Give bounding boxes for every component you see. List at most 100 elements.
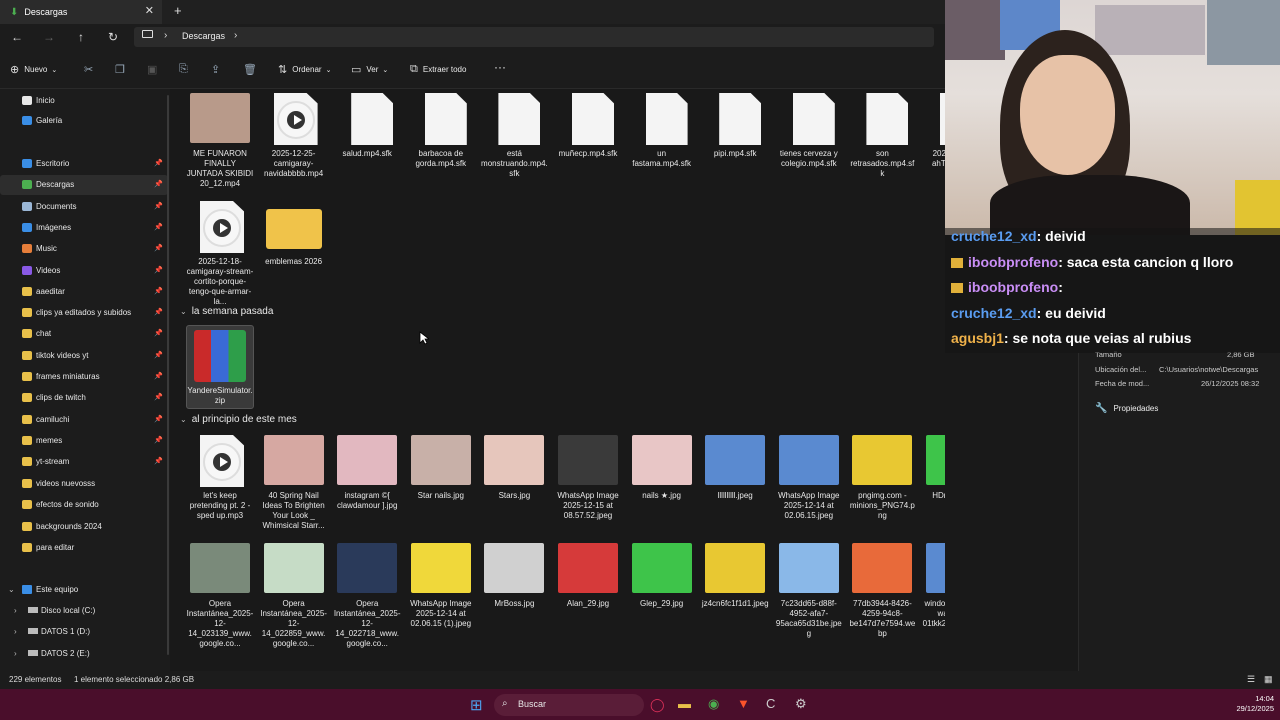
file-item-selected[interactable]: YandereSimulator.zip [186, 325, 254, 409]
refresh-icon[interactable]: ↻ [105, 29, 121, 45]
file-item[interactable]: 2025-12-25-camigaray-navidabbbb.mp4 [260, 91, 328, 179]
file-item[interactable]: let's keep pretending pt. 2 - sped up.mp… [186, 433, 254, 521]
sidebar-item-inicio[interactable]: Inicio [0, 91, 168, 111]
sidebar-scrollbar[interactable] [167, 95, 169, 655]
sidebar-item-11[interactable]: clips de twitch 📌 [0, 388, 168, 408]
file-item[interactable]: tienes cerveza y colegio.mp4.sfk [775, 91, 843, 169]
sidebar-item-4[interactable]: Music 📌 [0, 239, 168, 259]
chrome-icon[interactable]: ◉ [708, 696, 719, 712]
sidebar-folder-0[interactable]: videos nuevosss [0, 474, 168, 494]
sidebar-item-9[interactable]: tiktok videos yt 📌 [0, 346, 168, 366]
file-item[interactable]: MrBoss.jpg [480, 541, 548, 609]
view-button[interactable]: ▭ Ver ⌄ [351, 63, 388, 76]
forward-icon[interactable]: → [41, 29, 57, 45]
file-item[interactable]: 40 Spring Nail Ideas To Brighten Your Lo… [260, 433, 328, 531]
share-icon[interactable]: ⇪ [211, 63, 220, 76]
sidebar-folder-1[interactable]: efectos de sonido [0, 495, 168, 515]
file-item[interactable]: WhatsApp Image 2025-12-14 at 02.06.15.jp… [775, 433, 843, 521]
file-explorer-icon[interactable]: ▬ [678, 696, 691, 711]
breadcrumb-descargas[interactable]: Descargas [182, 31, 225, 41]
properties-button[interactable]: 🔧 Propiedades [1095, 403, 1158, 414]
file-item[interactable]: Star nails.jpg [407, 433, 475, 501]
file-item[interactable]: WhatsApp Image 2025-12-14 at 02.06.15 (1… [407, 541, 475, 629]
file-item[interactable]: HDmrfrog.jpg [922, 433, 945, 501]
app-icon[interactable]: ⚙ [795, 696, 807, 712]
sidebar-item-galeria[interactable]: Galería [0, 111, 168, 131]
brave-icon[interactable]: ▼ [737, 696, 750, 711]
sidebar-item-10[interactable]: frames miniaturas 📌 [0, 367, 168, 387]
file-item[interactable]: Alan_29.jpg [554, 541, 622, 609]
rename-icon[interactable]: ⎘ [179, 63, 188, 76]
file-item[interactable]: Stars.jpg [480, 433, 548, 501]
file-item[interactable]: jz4cn6fc1f1d1.jpeg [701, 541, 769, 609]
sidebar-item-3[interactable]: Imágenes 📌 [0, 218, 168, 238]
file-item[interactable]: 7c23dd65-d88f-4952-afa7-95aca65d31be.jpe… [775, 541, 843, 639]
sidebar-item-13[interactable]: memes 📌 [0, 431, 168, 451]
sidebar-item-7[interactable]: clips ya editados y subidos 📌 [0, 303, 168, 323]
sidebar-item-este-equipo[interactable]: ⌄ Este equipo [0, 580, 168, 600]
file-item[interactable]: Opera Instantánea_2025-12-14_022859_www.… [260, 541, 328, 649]
paste-icon[interactable]: ▣ [147, 63, 157, 76]
file-item[interactable]: llllllllll.jpeg [701, 433, 769, 501]
file-item[interactable]: Opera Instantánea_2025-12-14_023139_www.… [186, 541, 254, 649]
sidebar-drive-0[interactable]: › Disco local (C:) [0, 601, 168, 621]
address-bar[interactable]: › Descargas › [134, 27, 934, 47]
file-item[interactable]: 20251 bleTra ahThu yWMF [922, 91, 945, 169]
file-item[interactable]: instagram ©[ clawdamour ].jpg [333, 433, 401, 511]
cut-icon[interactable]: ✂ [84, 63, 93, 76]
delete-icon[interactable]: 🗑 [243, 63, 257, 76]
file-item[interactable]: está monstruando.mp4.sfk [480, 91, 548, 179]
extract-all-button[interactable]: ⧉ Extraer todo [410, 63, 466, 76]
tiles-view-icon[interactable]: ▦ [1264, 674, 1273, 685]
file-item[interactable]: salud.mp4.sfk [333, 91, 401, 159]
opera-icon[interactable]: ◯ [650, 697, 665, 713]
sidebar-item-6[interactable]: aaeditar 📌 [0, 282, 168, 302]
sidebar-item-2[interactable]: Documents 📌 [0, 197, 168, 217]
file-item[interactable]: 2025-12-18-camigaray-stream-cortito-porq… [186, 199, 254, 307]
chevron-down-icon: ⌄ [382, 66, 389, 74]
file-item[interactable]: barbacoa de gorda.mp4.sfk [407, 91, 475, 169]
modified-label: Fecha de mod... [1095, 379, 1150, 388]
sidebar-drive-1[interactable]: › DATOS 1 (D:) [0, 622, 168, 642]
file-item[interactable]: windows-xp-bliss-wallpaper-01tkk20pbz5k7… [922, 541, 945, 639]
windows-start-icon[interactable]: ⊞ [470, 696, 483, 714]
file-item[interactable]: Glep_29.jpg [628, 541, 696, 609]
sidebar-folder-2[interactable]: backgrounds 2024 [0, 517, 168, 537]
file-item[interactable]: muñecp.mp4.sfk [554, 91, 622, 159]
more-options-icon[interactable]: ··· [494, 60, 506, 74]
new-button[interactable]: ⊕ Nuevo ⌄ [10, 63, 57, 76]
file-item[interactable]: Opera Instantánea_2025-12-14_022718_www.… [333, 541, 401, 649]
file-item[interactable]: son retrasados.mp4.sfk [848, 91, 916, 179]
new-tab-button[interactable]: + [174, 3, 182, 18]
file-item[interactable]: emblemas 2026 [260, 199, 328, 267]
copy-icon[interactable]: ❐ [115, 63, 125, 76]
file-item[interactable]: pipi.mp4.sfk [701, 91, 769, 159]
chevron-right-icon[interactable]: › [234, 30, 237, 41]
group-header-this-month[interactable]: ⌄ al principio de este mes [180, 414, 297, 425]
sidebar-item-8[interactable]: chat 📌 [0, 324, 168, 344]
sidebar-item-14[interactable]: yt-stream 📌 [0, 452, 168, 472]
file-item[interactable]: un fastama.mp4.sfk [628, 91, 696, 169]
sort-button[interactable]: ⇅ Ordenar ⌄ [278, 63, 331, 76]
tab-descargas[interactable]: ⬇ Descargas ✕ [0, 0, 162, 24]
file-item[interactable]: pngimg.com - minions_PNG74.png [848, 433, 916, 521]
sidebar-folder-3[interactable]: para editar [0, 538, 168, 558]
sidebar-item-0[interactable]: Escritorio 📌 [0, 154, 168, 174]
taskbar-search[interactable]: ⌕ Buscar [494, 694, 644, 716]
close-tab-icon[interactable]: ✕ [145, 4, 154, 17]
properties-label: Propiedades [1113, 404, 1159, 413]
sidebar-item-5[interactable]: Videos 📌 [0, 261, 168, 281]
ccleaner-icon[interactable]: C [766, 696, 775, 711]
up-icon[interactable]: ↑ [73, 29, 89, 45]
sidebar-drive-2[interactable]: › DATOS 2 (E:) [0, 644, 168, 664]
file-item[interactable]: 77db3944-8426-4259-94c8-be147d7e7594.web… [848, 541, 916, 639]
back-icon[interactable]: ← [9, 29, 25, 45]
file-item[interactable]: ME FUNARON FINALLY JUNTADA SKIBIDI 20_12… [186, 91, 254, 189]
file-item[interactable]: WhatsApp Image 2025-12-15 at 08.57.52.jp… [554, 433, 622, 521]
group-header-last-week[interactable]: ⌄ la semana pasada [180, 306, 273, 317]
sidebar-item-1[interactable]: Descargas 📌 [0, 175, 168, 196]
clock[interactable]: 14:04 29/12/2025 [1236, 694, 1274, 714]
sidebar-item-12[interactable]: camiluchi 📌 [0, 410, 168, 430]
details-view-icon[interactable]: ☰ [1247, 674, 1255, 685]
file-item[interactable]: nails ★.jpg [628, 433, 696, 501]
